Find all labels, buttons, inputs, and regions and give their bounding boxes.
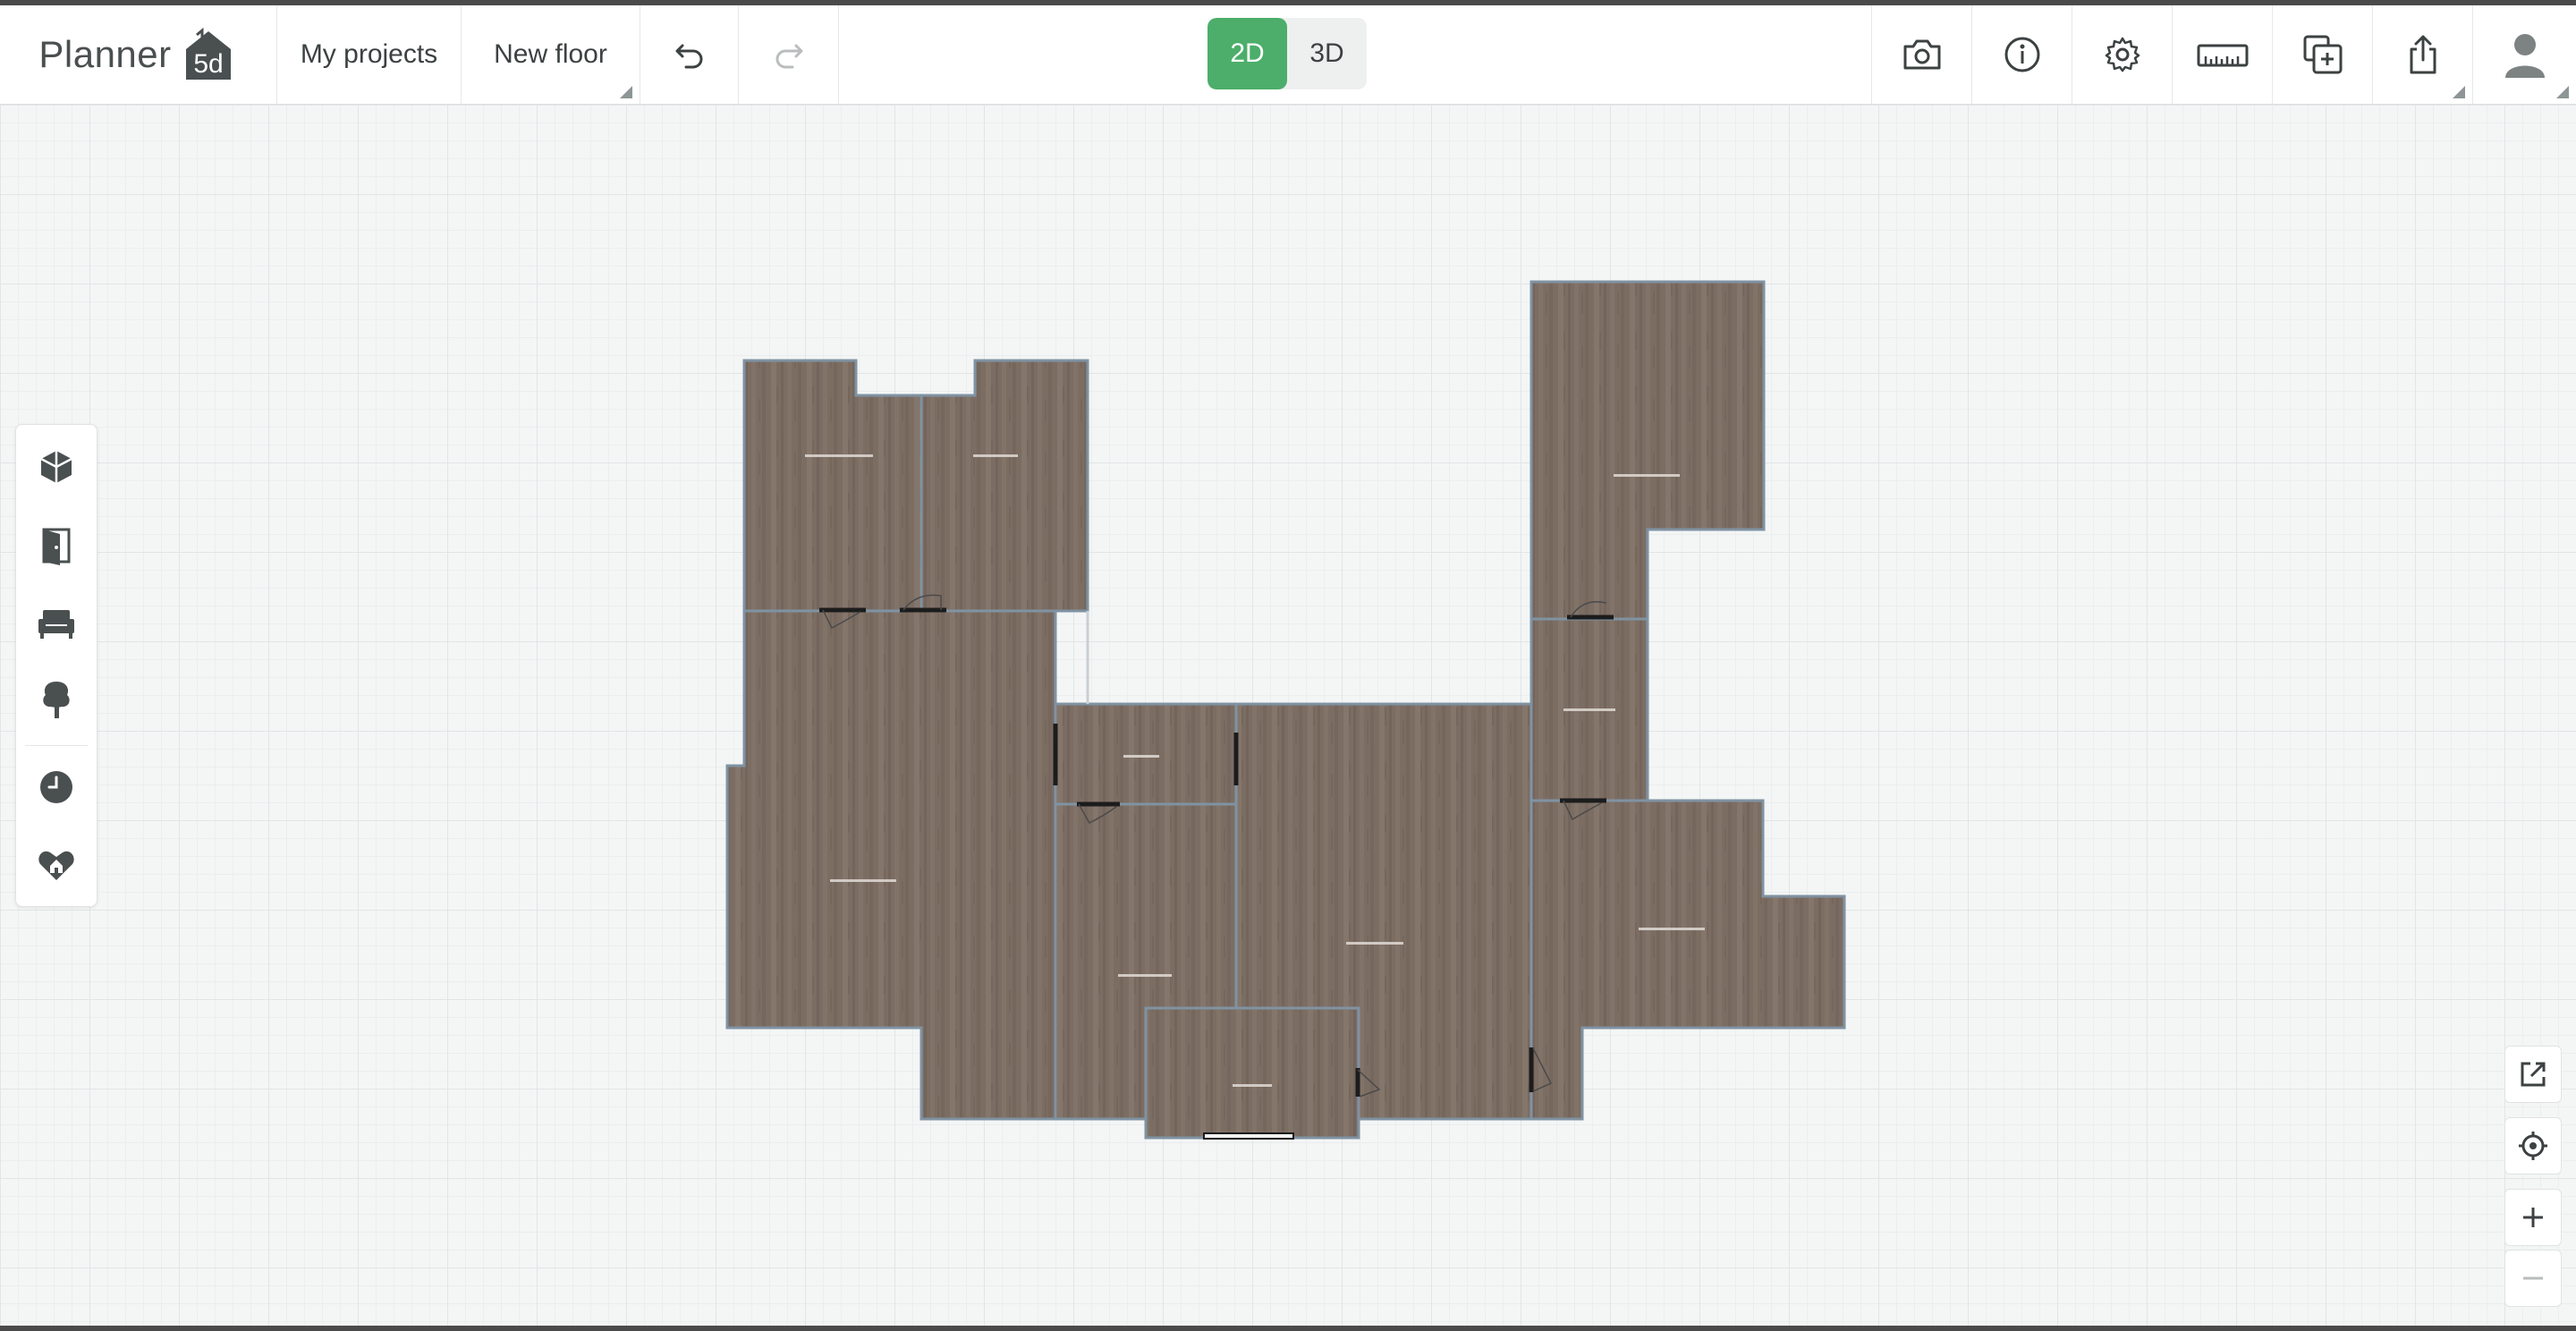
history-button[interactable]: [16, 749, 97, 826]
camera-icon: [1903, 39, 1940, 70]
info-button[interactable]: [1971, 5, 2072, 104]
share-button[interactable]: [2372, 5, 2472, 104]
room-floor: [1144, 1006, 1360, 1140]
add-project-button[interactable]: [2272, 5, 2372, 104]
planner-app: Planner 5d My projects New floor 2D 3D: [0, 5, 2576, 1326]
expand-icon: [2521, 1062, 2546, 1087]
measure-button[interactable]: [2172, 5, 2272, 104]
room-floor: [1054, 702, 1238, 806]
doors-windows-button[interactable]: [16, 507, 97, 584]
room-floor: [1530, 280, 1766, 621]
zoom-in-icon: [2523, 1208, 2543, 1227]
construction-button[interactable]: [16, 428, 97, 505]
locate-icon: [2519, 1132, 2547, 1160]
screenshot-button[interactable]: [1871, 5, 1971, 104]
view-mode-toggle: 2D 3D: [1208, 18, 1367, 89]
zoom-out-button[interactable]: [2504, 1250, 2562, 1307]
view-2d-button[interactable]: 2D: [1208, 18, 1287, 89]
favorites-button[interactable]: [16, 826, 97, 903]
heart-home-icon: [38, 851, 74, 880]
exterior-button[interactable]: [16, 661, 97, 738]
user-menu-button[interactable]: [2472, 5, 2576, 104]
add-copy-icon: [2303, 35, 2342, 74]
room-floor: [1530, 799, 1846, 1121]
zoom-out-icon: [2523, 1276, 2543, 1280]
fullscreen-button[interactable]: [2504, 1046, 2562, 1103]
floor-selector[interactable]: New floor: [462, 5, 640, 104]
redo-button[interactable]: [739, 5, 839, 104]
room-floor: [919, 359, 1089, 613]
settings-button[interactable]: [2072, 5, 2172, 104]
furniture-button[interactable]: [16, 584, 97, 661]
floor-label: New floor: [494, 39, 607, 69]
floor-plan: [725, 280, 1846, 1140]
logo[interactable]: Planner 5d: [0, 5, 277, 104]
door-icon: [42, 528, 71, 565]
room-floor: [725, 609, 1057, 1121]
room-floor: [742, 359, 923, 613]
window: [1203, 1132, 1294, 1140]
gear-icon: [2105, 37, 2140, 72]
zoom-in-button[interactable]: [2504, 1189, 2562, 1246]
logo-text: Planner: [38, 33, 172, 75]
my-projects-button[interactable]: My projects: [277, 5, 462, 104]
view-3d-button[interactable]: 3D: [1287, 18, 1367, 89]
ruler-icon: [2197, 44, 2248, 67]
redo-icon: [775, 44, 802, 69]
undo-button[interactable]: [640, 5, 739, 104]
my-projects-label: My projects: [300, 39, 438, 69]
user-avatar-icon: [2504, 34, 2545, 78]
tree-icon: [43, 682, 70, 718]
logo-badge: 5d: [179, 27, 238, 81]
furniture-sofa-icon: [38, 610, 74, 639]
toolbar-divider: [25, 745, 88, 746]
plan-canvas[interactable]: [0, 105, 2576, 1326]
dropdown-corner-icon: [620, 86, 632, 98]
info-icon: [2004, 37, 2039, 72]
user-dropdown-corner-icon: [2556, 86, 2569, 98]
clock-icon: [40, 771, 72, 803]
share-dropdown-corner-icon: [2453, 86, 2465, 98]
left-toolbar: [15, 424, 97, 907]
center-view-button[interactable]: [2504, 1117, 2562, 1174]
undo-icon: [675, 44, 702, 69]
top-bar: Planner 5d My projects New floor 2D 3D: [0, 5, 2576, 105]
construction-icon: [40, 451, 72, 483]
share-icon: [2410, 35, 2436, 74]
logo-badge-text: 5d: [193, 49, 223, 79]
